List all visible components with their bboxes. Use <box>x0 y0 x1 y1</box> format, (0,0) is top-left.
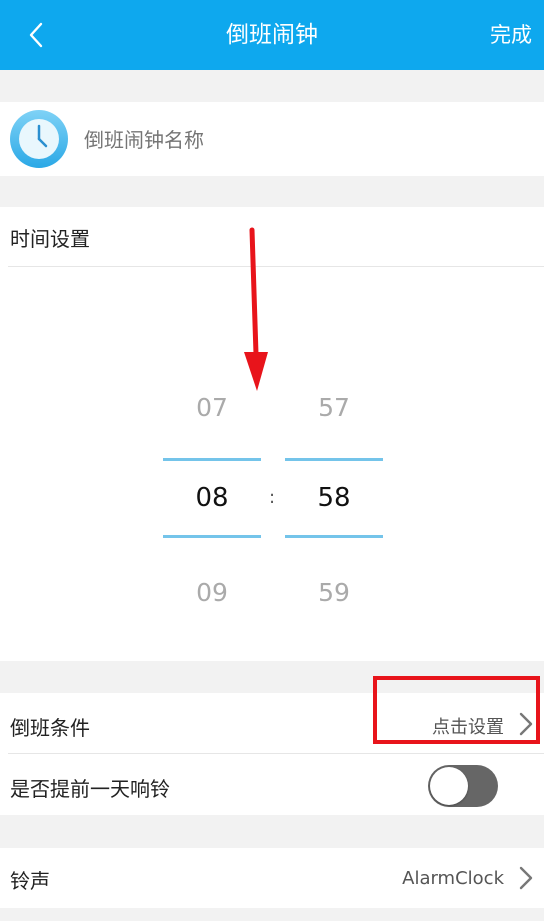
top-bar: 倒班闹钟 完成 <box>0 0 544 70</box>
ringtone-value[interactable]: AlarmClock <box>402 868 504 889</box>
hour-next[interactable]: 09 <box>163 578 261 607</box>
time-separator: : <box>269 487 276 508</box>
ringtone-card: 铃声 AlarmClock <box>0 848 544 908</box>
minute-selected[interactable]: 58 <box>285 483 383 513</box>
ring-day-before-label: 是否提前一天响铃 <box>10 777 170 801</box>
divider <box>8 266 544 267</box>
ring-day-before-toggle[interactable] <box>428 765 498 807</box>
chevron-right-icon[interactable] <box>518 865 534 891</box>
alarm-name-card <box>0 102 544 176</box>
hour-selected[interactable]: 08 <box>163 483 261 513</box>
minute-next[interactable]: 59 <box>285 578 383 607</box>
time-settings-label: 时间设置 <box>10 227 90 251</box>
red-arrow-annotation <box>244 227 268 391</box>
toggle-knob <box>430 767 468 805</box>
red-highlight-box <box>373 676 540 744</box>
alarm-name-input[interactable] <box>84 122 504 158</box>
hour-prev[interactable]: 07 <box>163 393 261 422</box>
divider <box>8 753 544 754</box>
minute-prev[interactable]: 57 <box>285 393 383 422</box>
minute-select-line-top <box>285 458 383 461</box>
minute-select-line-bottom <box>285 535 383 538</box>
done-button[interactable]: 完成 <box>490 0 532 70</box>
minute-picker[interactable]: 57 58 59 <box>285 207 383 661</box>
page-title: 倒班闹钟 <box>226 22 318 48</box>
hour-select-line-top <box>163 458 261 461</box>
hour-select-line-bottom <box>163 535 261 538</box>
ringtone-label: 铃声 <box>10 869 50 893</box>
shift-condition-label: 倒班条件 <box>10 716 90 740</box>
clock-icon <box>10 110 68 168</box>
